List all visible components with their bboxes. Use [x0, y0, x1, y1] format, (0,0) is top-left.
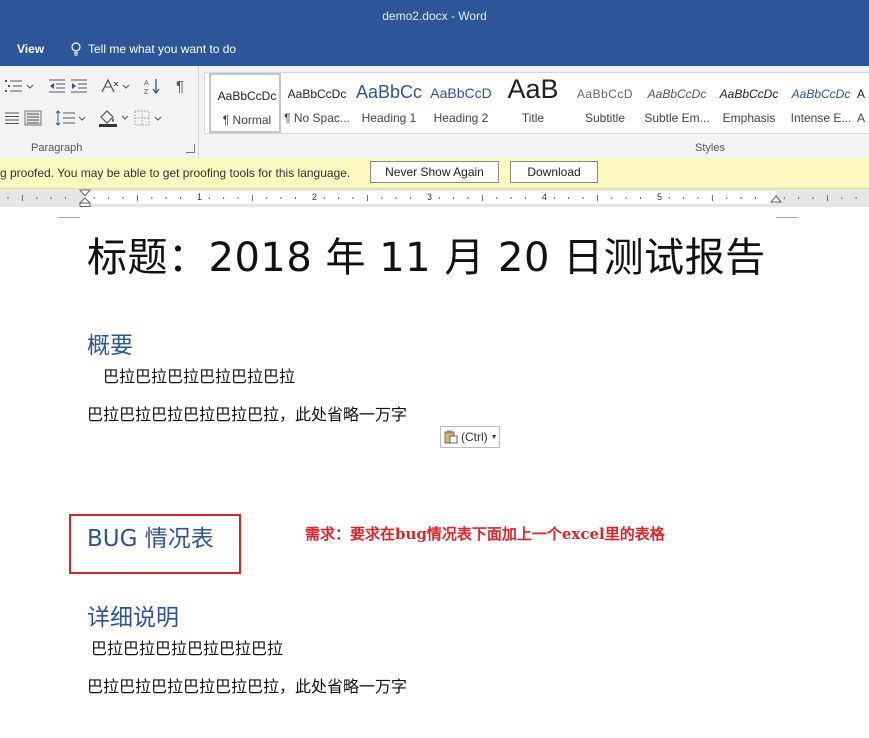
- borders-button[interactable]: [134, 108, 164, 128]
- style-sample: A: [857, 87, 866, 101]
- increase-indent-button[interactable]: [70, 76, 88, 96]
- style-sample: AaB: [507, 74, 559, 104]
- ribbon: A Z ¶ Paragraph AaBbCcDc ¶ Normal AaBbCc…: [0, 66, 869, 159]
- ruler-number: 4: [542, 192, 548, 202]
- tell-me-text: Tell me what you want to do: [88, 42, 237, 56]
- detail-paragraph-1[interactable]: 巴拉巴拉巴拉巴拉巴拉巴拉: [91, 635, 283, 659]
- asian-layout-icon: [101, 78, 130, 93]
- document-page[interactable]: 标题：2018 年 11 月 20 日测试报告 概要 巴拉巴拉巴拉巴拉巴拉巴拉 …: [0, 207, 869, 738]
- download-button[interactable]: Download: [510, 161, 598, 183]
- increase-indent-icon: [71, 79, 87, 93]
- heading-bug-table[interactable]: BUG 情况表: [87, 519, 214, 553]
- proofing-message-bar: g proofed. You may be able to get proofi…: [0, 158, 869, 189]
- style-heading-2[interactable]: AaBbCcD Heading 2: [425, 73, 497, 133]
- right-indent-marker-icon[interactable]: [770, 195, 782, 207]
- ruler-number: 2: [312, 192, 318, 202]
- title-bar: demo2.docx - Word: [0, 0, 869, 34]
- styles-group-label: Styles: [695, 142, 725, 154]
- style-name: A: [857, 111, 866, 125]
- style-name: Heading 1: [361, 111, 417, 125]
- summary-paragraph-2[interactable]: 巴拉巴拉巴拉巴拉巴拉巴拉，此处省略一万字: [87, 401, 407, 425]
- multilevel-list-button[interactable]: [4, 76, 34, 96]
- style-no-spacing[interactable]: AaBbCcDc ¶ No Spac...: [281, 73, 353, 133]
- ruler-number: 5: [657, 192, 663, 202]
- indent-marker-icon[interactable]: [79, 189, 91, 207]
- style-name: Subtitle: [584, 111, 626, 125]
- paste-ctrl-label: (Ctrl): [461, 430, 488, 444]
- style-name: Subtle Em...: [644, 111, 710, 125]
- borders-icon: [134, 110, 162, 126]
- distributed-button[interactable]: [24, 108, 44, 128]
- document-title[interactable]: 标题：2018 年 11 月 20 日测试报告: [87, 225, 766, 283]
- style-sample: AaBbCcDc: [791, 87, 851, 101]
- style-heading-1[interactable]: AaBbCc Heading 1: [353, 73, 425, 133]
- style-name: Heading 2: [433, 111, 489, 125]
- ribbon-tab-bar: View Tell me what you want to do: [0, 34, 869, 66]
- tell-me-box[interactable]: Tell me what you want to do: [70, 42, 236, 56]
- window-title: demo2.docx - Word: [382, 9, 487, 23]
- ruler-number: 1: [197, 192, 203, 202]
- paint-bucket-icon: [99, 110, 129, 127]
- paragraph-group-label: Paragraph: [31, 142, 83, 154]
- dropdown-arrow-icon: ▼: [490, 433, 498, 441]
- asian-layout-button[interactable]: [100, 76, 130, 96]
- tab-view[interactable]: View: [17, 42, 44, 56]
- style-sample: AaBbCcDc: [647, 87, 707, 101]
- style-sample: AaBbCcDc: [217, 89, 277, 103]
- svg-text:Z: Z: [144, 89, 149, 95]
- detail-paragraph-2[interactable]: 巴拉巴拉巴拉巴拉巴拉巴拉，此处省略一万字: [87, 673, 407, 697]
- style-emphasis[interactable]: AaBbCcDc Emphasis: [713, 73, 785, 133]
- svg-text:A: A: [144, 80, 149, 87]
- style-normal[interactable]: AaBbCcDc ¶ Normal: [209, 73, 281, 133]
- heading-summary[interactable]: 概要: [87, 326, 133, 360]
- multilevel-list-icon: [5, 80, 34, 92]
- page-corner-mark: [776, 207, 798, 218]
- decrease-indent-icon: [49, 79, 65, 93]
- lightbulb-icon: [71, 42, 81, 56]
- style-sample: AaBbCcDc: [287, 87, 347, 101]
- line-spacing-icon: [55, 110, 86, 126]
- style-sample: AaBbCc: [355, 82, 423, 102]
- style-intense-emphasis[interactable]: AaBbCcDc Intense E...: [785, 73, 857, 133]
- line-spacing-button[interactable]: [55, 108, 87, 128]
- distributed-icon: [24, 110, 42, 126]
- never-show-again-button[interactable]: Never Show Again: [370, 161, 499, 183]
- sort-button[interactable]: A Z: [143, 76, 161, 96]
- ruler-ticks: [7, 195, 857, 201]
- ruler-number: 3: [427, 192, 433, 202]
- justify-button[interactable]: [4, 108, 20, 128]
- page-corner-mark: [58, 207, 80, 218]
- style-name: ¶ No Spac...: [284, 111, 350, 125]
- justify-icon: [5, 112, 19, 124]
- heading-details[interactable]: 详细说明: [87, 598, 179, 632]
- style-sample: AaBbCcD: [430, 85, 492, 101]
- summary-paragraph-1[interactable]: 巴拉巴拉巴拉巴拉巴拉巴拉: [103, 363, 295, 387]
- sort-icon: A Z: [144, 79, 160, 95]
- style-subtle-emphasis[interactable]: AaBbCcDc Subtle Em...: [641, 73, 713, 133]
- styles-gallery: AaBbCcDc ¶ Normal AaBbCcDc ¶ No Spac... …: [204, 72, 869, 134]
- style-title[interactable]: AaB Title: [497, 73, 569, 133]
- style-partial[interactable]: A A: [857, 73, 869, 133]
- style-name: Title: [521, 111, 545, 125]
- style-name: ¶ Normal: [222, 113, 272, 127]
- horizontal-ruler[interactable]: 1 2 3 4 5: [0, 189, 869, 207]
- style-name: Intense E...: [790, 111, 852, 125]
- requirement-annotation: 需求：要求在bug情况表下面加上一个excel里的表格: [305, 525, 665, 543]
- paragraph-dialog-launcher-icon[interactable]: [186, 144, 195, 153]
- proofing-message-text: g proofed. You may be able to get proofi…: [0, 166, 351, 180]
- style-name: Emphasis: [722, 111, 776, 125]
- style-subtitle[interactable]: AaBbCcD Subtitle: [569, 73, 641, 133]
- style-sample: AaBbCcD: [576, 87, 634, 101]
- shading-button[interactable]: [98, 108, 130, 128]
- paste-options-button[interactable]: (Ctrl) ▼: [440, 426, 500, 448]
- paragraph-group: A Z ¶ Paragraph: [0, 66, 199, 158]
- clipboard-icon: [444, 430, 458, 444]
- decrease-indent-button[interactable]: [48, 76, 66, 96]
- style-sample: AaBbCcDc: [719, 87, 779, 101]
- show-marks-icon[interactable]: ¶: [176, 76, 184, 96]
